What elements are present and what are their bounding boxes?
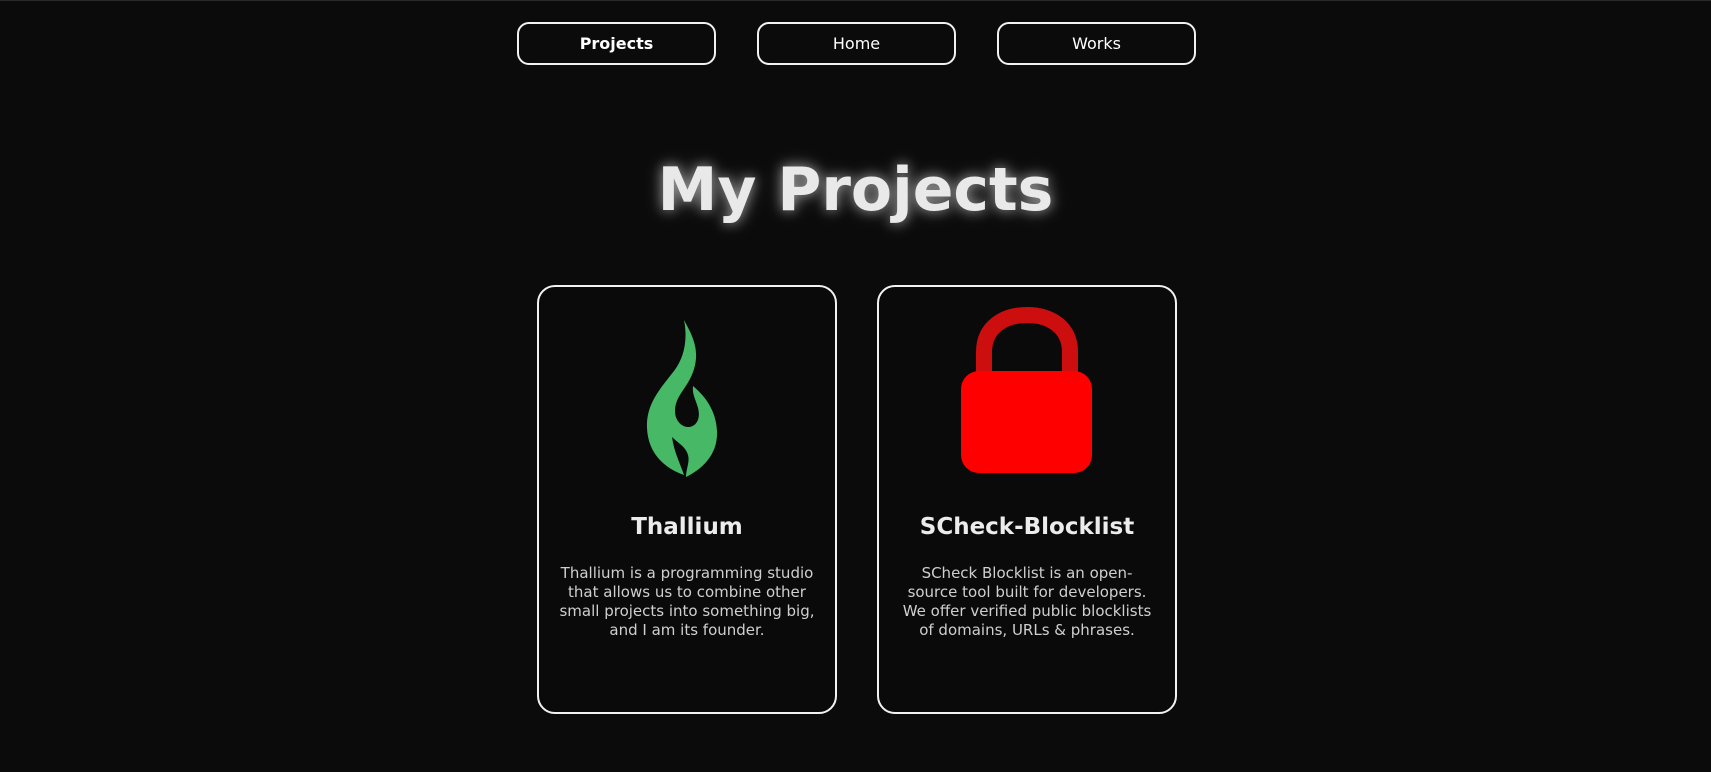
top-border-line bbox=[0, 0, 1711, 1]
project-title: SCheck-Blocklist bbox=[919, 514, 1135, 540]
nav-works-button[interactable]: Works bbox=[997, 22, 1196, 65]
lock-shackle bbox=[976, 306, 1078, 375]
nav-home-button[interactable]: Home bbox=[757, 22, 956, 65]
page-title: My Projects bbox=[657, 155, 1054, 225]
flame-icon bbox=[612, 307, 762, 482]
project-description: Thallium is a programming studio that al… bbox=[559, 564, 815, 639]
lock-icon bbox=[952, 306, 1102, 482]
project-description: SCheck Blocklist is an open-source tool … bbox=[902, 564, 1152, 639]
nav-projects-button[interactable]: Projects bbox=[517, 22, 716, 65]
flame-icon-shape bbox=[646, 320, 718, 477]
top-navigation: Projects Home Works bbox=[517, 22, 1196, 65]
project-card-thallium[interactable]: Thallium Thallium is a programming studi… bbox=[537, 285, 837, 714]
projects-grid: Thallium Thallium is a programming studi… bbox=[537, 285, 1177, 714]
lock-body bbox=[961, 371, 1092, 473]
project-card-scheck-blocklist[interactable]: SCheck-Blocklist SCheck Blocklist is an … bbox=[877, 285, 1177, 714]
project-title: Thallium bbox=[631, 514, 743, 540]
